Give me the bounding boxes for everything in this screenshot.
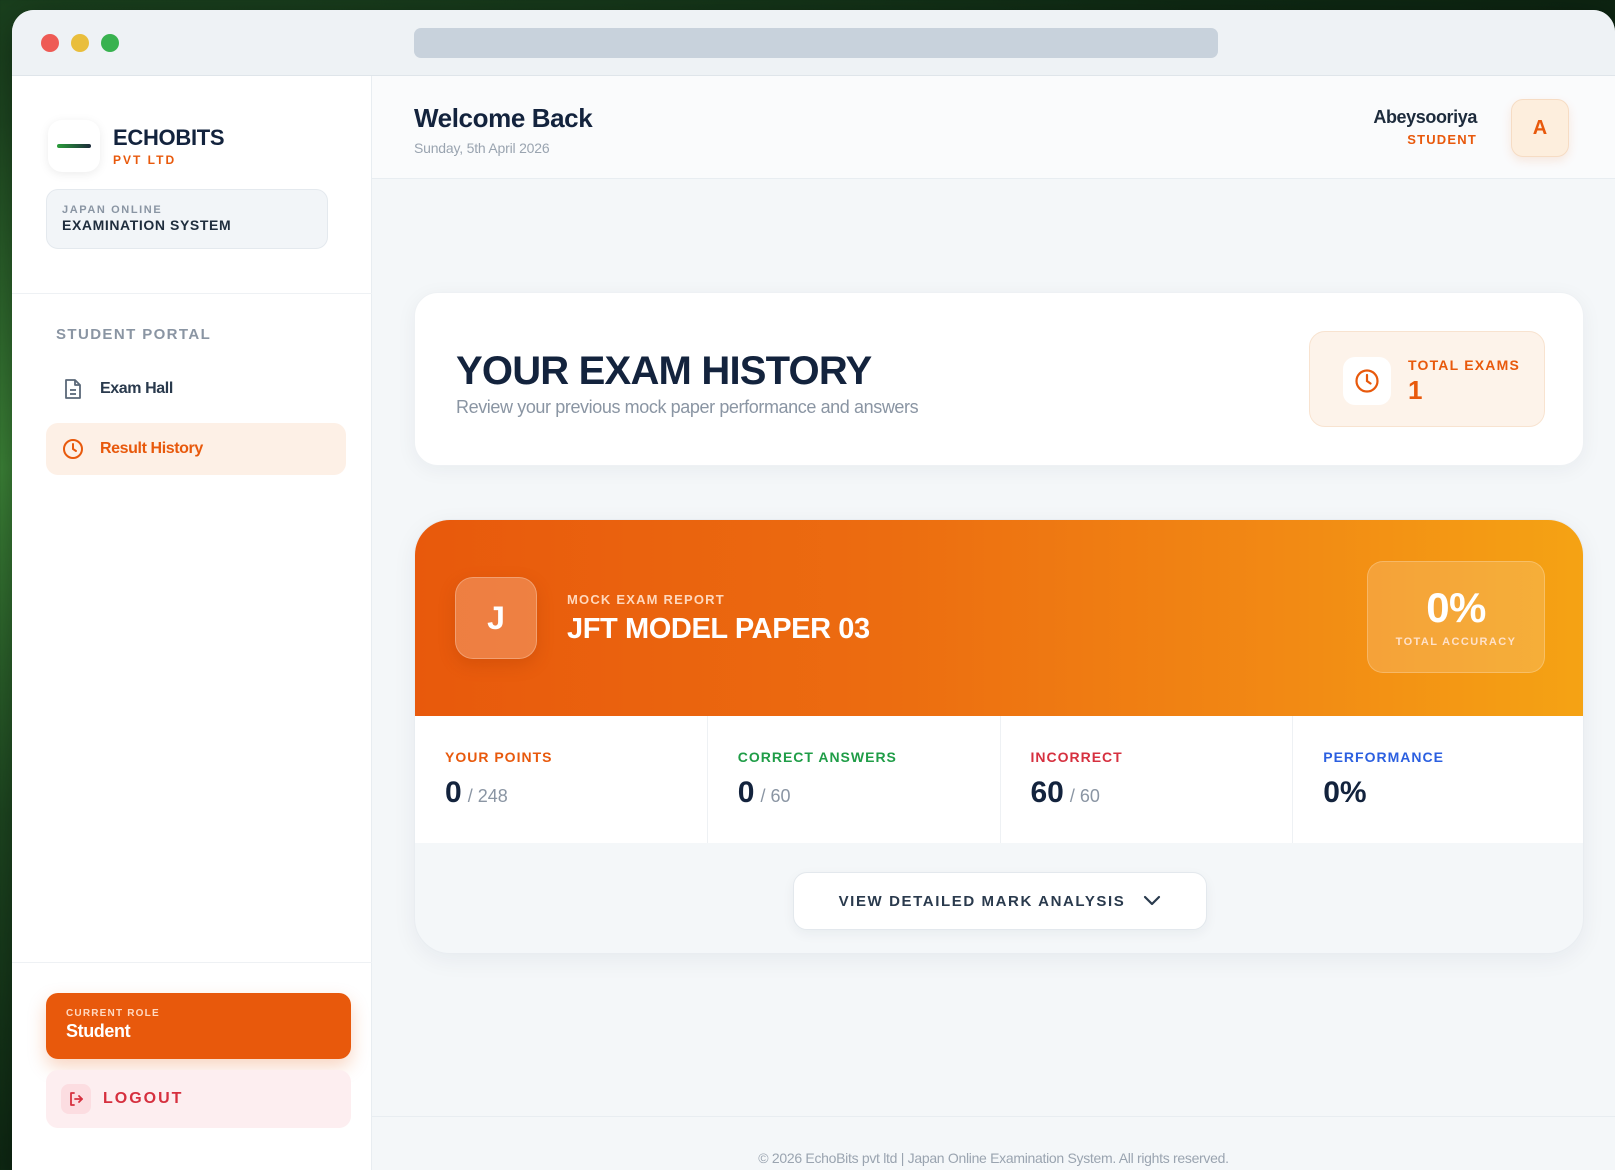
history-title: YOUR EXAM HISTORY — [456, 349, 872, 393]
sidebar-item-label: Result History — [100, 440, 203, 457]
logout-button[interactable]: LOGOUT — [46, 1070, 351, 1128]
maximize-window-button[interactable] — [101, 34, 119, 52]
exam-history-card: YOUR EXAM HISTORY Review your previous m… — [414, 292, 1584, 466]
portal-section-label: STUDENT PORTAL — [56, 326, 212, 343]
paper-initial-badge: J — [455, 577, 537, 659]
sidebar-item-exam-hall[interactable]: Exam Hall — [46, 363, 346, 415]
divider — [12, 293, 372, 294]
system-badge-title: EXAMINATION SYSTEM — [62, 217, 232, 233]
logout-label: LOGOUT — [103, 1090, 184, 1107]
stat-value: 0/ 248 — [445, 776, 508, 809]
accuracy-card: 0% TOTAL ACCURACY — [1367, 561, 1545, 673]
clock-icon — [1343, 357, 1391, 405]
stat-label: INCORRECT — [1030, 749, 1123, 765]
chevron-down-icon — [1143, 895, 1161, 907]
stat-correct-answers: CORRECT ANSWERS 0/ 60 — [708, 716, 1001, 843]
sidebar: ECHOBITS PVT LTD JAPAN ONLINE EXAMINATIO… — [12, 76, 372, 1170]
stat-value: 60/ 60 — [1030, 776, 1100, 809]
top-header: Welcome Back Sunday, 5th April 2026 Abey… — [372, 76, 1615, 179]
close-window-button[interactable] — [41, 34, 59, 52]
stats-row: YOUR POINTS 0/ 248 CORRECT ANSWERS 0/ 60… — [415, 716, 1583, 843]
accuracy-value: 0% — [1426, 584, 1486, 631]
stat-value: 0/ 60 — [737, 776, 791, 809]
accuracy-label: TOTAL ACCURACY — [1395, 636, 1517, 648]
divider — [372, 1116, 1615, 1117]
current-role-label: CURRENT ROLE — [66, 1008, 160, 1019]
sidebar-item-label: Exam Hall — [100, 380, 173, 397]
exam-report-card: J MOCK EXAM REPORT JFT MODEL PAPER 03 0%… — [414, 519, 1584, 954]
clock-icon — [62, 438, 84, 460]
current-date: Sunday, 5th April 2026 — [414, 140, 550, 156]
brand-logo — [48, 120, 100, 172]
footer-copyright: © 2026 EchoBits pvt ltd | Japan Online E… — [758, 1150, 1229, 1166]
stat-total: / 248 — [467, 786, 508, 806]
stat-value: 0% — [1323, 776, 1367, 809]
user-name: Abeysooriya — [1373, 107, 1477, 127]
brand[interactable]: ECHOBITS PVT LTD — [48, 120, 225, 172]
report-kicker: MOCK EXAM REPORT — [567, 592, 725, 607]
divider — [12, 962, 372, 963]
stat-label: CORRECT ANSWERS — [737, 749, 897, 765]
report-header: J MOCK EXAM REPORT JFT MODEL PAPER 03 0%… — [415, 520, 1583, 716]
history-subtitle: Review your previous mock paper performa… — [456, 397, 919, 417]
total-exams-value: 1 — [1408, 375, 1423, 405]
browser-window: ECHOBITS PVT LTD JAPAN ONLINE EXAMINATIO… — [12, 10, 1615, 1170]
system-badge: JAPAN ONLINE EXAMINATION SYSTEM — [46, 189, 328, 249]
brand-subtitle: PVT LTD — [113, 153, 177, 167]
stat-performance: PERFORMANCE 0% — [1293, 716, 1583, 843]
current-role-value: Student — [66, 1021, 131, 1041]
sidebar-item-result-history[interactable]: Result History — [46, 423, 346, 475]
main-content: Welcome Back Sunday, 5th April 2026 Abey… — [372, 76, 1615, 1170]
view-analysis-button[interactable]: VIEW DETAILED MARK ANALYSIS — [793, 872, 1207, 930]
user-role: STUDENT — [1407, 132, 1477, 147]
stat-label: PERFORMANCE — [1323, 749, 1444, 765]
system-badge-small: JAPAN ONLINE — [62, 204, 163, 216]
stat-total: / 60 — [760, 786, 791, 806]
minimize-window-button[interactable] — [71, 34, 89, 52]
page-title: Welcome Back — [414, 103, 593, 133]
current-role-card: CURRENT ROLE Student — [46, 993, 351, 1059]
title-bar — [12, 10, 1615, 76]
total-exams-label: TOTAL EXAMS — [1408, 357, 1520, 373]
view-analysis-label: VIEW DETAILED MARK ANALYSIS — [838, 892, 1126, 910]
stat-incorrect: INCORRECT 60/ 60 — [1001, 716, 1294, 843]
avatar[interactable]: A — [1511, 99, 1569, 157]
address-bar[interactable] — [414, 28, 1218, 58]
total-exams-card: TOTAL EXAMS 1 — [1309, 331, 1545, 427]
document-icon — [62, 378, 84, 400]
logout-icon — [61, 1084, 91, 1114]
paper-title: JFT MODEL PAPER 03 — [567, 613, 870, 645]
brand-name: ECHOBITS — [113, 125, 225, 150]
stat-points: YOUR POINTS 0/ 248 — [415, 716, 708, 843]
stat-total: / 60 — [1069, 786, 1100, 806]
stat-label: YOUR POINTS — [445, 749, 553, 765]
